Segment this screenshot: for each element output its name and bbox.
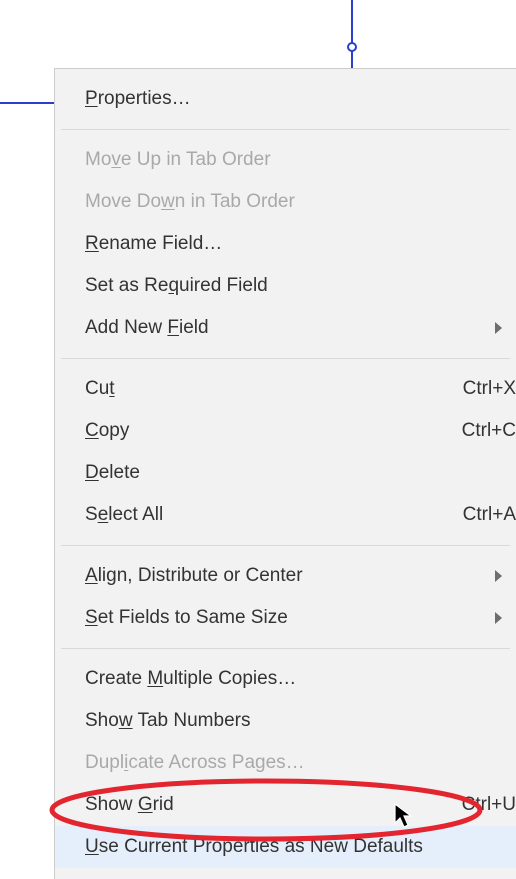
- menu-item-shortcut: Ctrl+X: [463, 368, 516, 410]
- menu-item-label: Set as Required Field: [85, 265, 268, 307]
- menu-item-label: Move Up in Tab Order: [85, 139, 271, 181]
- context-menu: Properties… Move Up in Tab Order Move Do…: [54, 68, 516, 879]
- menu-item-move-up: Move Up in Tab Order: [55, 139, 516, 181]
- menu-item-shortcut: Ctrl+U: [462, 784, 516, 826]
- menu-item-label: Align, Distribute or Center: [85, 555, 303, 597]
- menu-item-label: Create Multiple Copies…: [85, 658, 296, 700]
- canvas-guide-horizontal: [0, 102, 54, 104]
- menu-item-delete[interactable]: Delete: [55, 452, 516, 494]
- menu-item-label: Add New Field: [85, 307, 209, 349]
- canvas-guide-vertical: [351, 0, 353, 68]
- submenu-arrow-icon: [495, 612, 502, 624]
- menu-item-label: Duplicate Across Pages…: [85, 742, 305, 784]
- menu-item-label: Rename Field…: [85, 223, 222, 265]
- menu-item-label: Cut: [85, 368, 115, 410]
- submenu-arrow-icon: [495, 322, 502, 334]
- menu-item-align[interactable]: Align, Distribute or Center: [55, 555, 516, 597]
- menu-item-move-down: Move Down in Tab Order: [55, 181, 516, 223]
- menu-item-label: Delete: [85, 452, 140, 494]
- menu-item-label: Show Grid: [85, 784, 174, 826]
- menu-item-add-new-field[interactable]: Add New Field: [55, 307, 516, 349]
- menu-item-show-tab-numbers[interactable]: Show Tab Numbers: [55, 700, 516, 742]
- menu-item-label: Set Fields to Same Size: [85, 597, 288, 639]
- menu-item-label: Select All: [85, 494, 163, 536]
- menu-item-show-grid[interactable]: Show Grid Ctrl+U: [55, 784, 516, 826]
- menu-item-create-multiple[interactable]: Create Multiple Copies…: [55, 658, 516, 700]
- menu-item-label: Copy: [85, 410, 129, 452]
- menu-item-select-all[interactable]: Select All Ctrl+A: [55, 494, 516, 536]
- menu-item-set-required[interactable]: Set as Required Field: [55, 265, 516, 307]
- selection-handle[interactable]: [347, 42, 357, 52]
- menu-separator: [61, 129, 510, 130]
- menu-item-properties[interactable]: Properties…: [55, 78, 516, 120]
- menu-item-use-defaults[interactable]: Use Current Properties as New Defaults: [55, 826, 516, 868]
- submenu-arrow-icon: [495, 570, 502, 582]
- menu-item-copy[interactable]: Copy Ctrl+C: [55, 410, 516, 452]
- menu-item-cut[interactable]: Cut Ctrl+X: [55, 368, 516, 410]
- menu-item-label: Move Down in Tab Order: [85, 181, 295, 223]
- menu-item-label: Properties…: [85, 78, 191, 120]
- menu-item-label: Show Tab Numbers: [85, 700, 250, 742]
- menu-separator: [61, 358, 510, 359]
- menu-item-shortcut: Ctrl+C: [462, 410, 516, 452]
- menu-item-rename-field[interactable]: Rename Field…: [55, 223, 516, 265]
- menu-item-label: Use Current Properties as New Defaults: [85, 826, 423, 868]
- menu-separator: [61, 648, 510, 649]
- menu-item-shortcut: Ctrl+A: [463, 494, 516, 536]
- menu-separator: [61, 545, 510, 546]
- menu-item-duplicate-pages: Duplicate Across Pages…: [55, 742, 516, 784]
- menu-item-same-size[interactable]: Set Fields to Same Size: [55, 597, 516, 639]
